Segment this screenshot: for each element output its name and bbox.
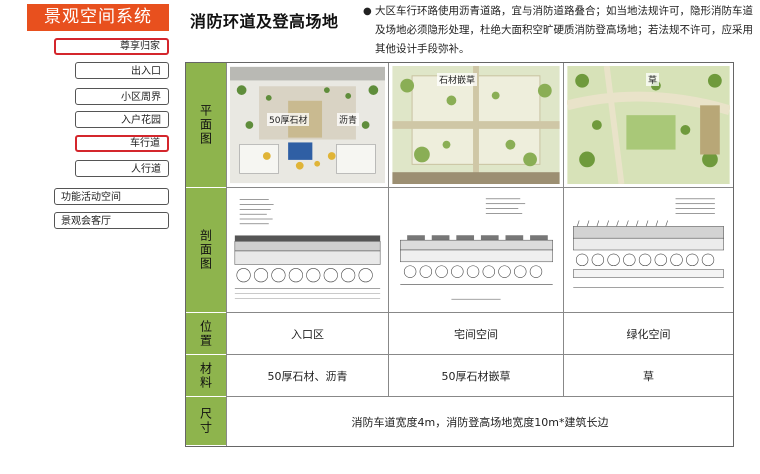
material-green: 草 <box>563 355 733 397</box>
plan-label-stone-grass: 石材嵌草 <box>437 73 478 86</box>
plan-image-courtyard: 石材嵌草 <box>388 63 563 188</box>
system-title: 景观空间系统 <box>27 4 169 31</box>
section-green-drawing <box>573 198 724 288</box>
plan-label-asphalt: 沥青 <box>337 113 360 126</box>
row-label-material: 材料 <box>186 355 226 397</box>
position-courtyard: 宅间空间 <box>388 313 563 355</box>
nav-item-perimeter[interactable]: 小区周界 <box>75 88 169 105</box>
row-label-size: 尺寸 <box>186 397 226 446</box>
section-entrance-drawing <box>234 199 381 299</box>
spec-table: 平面图 剖面图 位置 材料 尺寸 50厚石材 沥青 石材嵌草 草 入口区 宅间空… <box>185 62 734 447</box>
row-label-plan: 平面图 <box>186 63 226 188</box>
plan-image-entrance: 50厚石材 沥青 <box>226 63 388 188</box>
position-green: 绿化空间 <box>563 313 733 355</box>
plan-label-stone: 50厚石材 <box>267 113 310 126</box>
nav-item-driveway[interactable]: 车行道 <box>75 135 169 152</box>
material-courtyard: 50厚石材嵌草 <box>388 355 563 397</box>
section-courtyard-drawing <box>400 198 553 300</box>
page-title: 消防环道及登高场地 <box>190 12 339 31</box>
section-image-courtyard <box>388 188 563 313</box>
nav-item-garden[interactable]: 入户花园 <box>75 111 169 128</box>
row-label-section: 剖面图 <box>186 188 226 313</box>
section-image-entrance <box>226 188 388 313</box>
nav-item-zunxiang[interactable]: 尊享归家 <box>54 38 169 55</box>
nav-item-entrance[interactable]: 出入口 <box>75 62 169 79</box>
bullet-icon: ● <box>363 6 372 17</box>
description-text: 大区车行环路使用沥青道路，宜与消防道路叠合；如当地法规许可，隐形消防车道及场地必… <box>375 5 753 55</box>
section-image-green <box>563 188 733 313</box>
plan-label-grass: 草 <box>646 73 660 86</box>
size-spec: 消防车道宽度4m，消防登高场地宽度10m*建筑长边 <box>226 397 733 446</box>
plan-image-green: 草 <box>563 63 733 188</box>
row-label-position: 位置 <box>186 313 226 355</box>
nav-item-walkway[interactable]: 人行道 <box>75 160 169 177</box>
nav-item-lounge[interactable]: 景观会客厅 <box>54 212 169 229</box>
nav-item-activity[interactable]: 功能活动空间 <box>54 188 169 205</box>
position-entrance: 入口区 <box>226 313 388 355</box>
description: ● 大区车行环路使用沥青道路，宜与消防道路叠合；如当地法规许可，隐形消防车道及场… <box>363 2 755 59</box>
material-entrance: 50厚石材、沥青 <box>226 355 388 397</box>
